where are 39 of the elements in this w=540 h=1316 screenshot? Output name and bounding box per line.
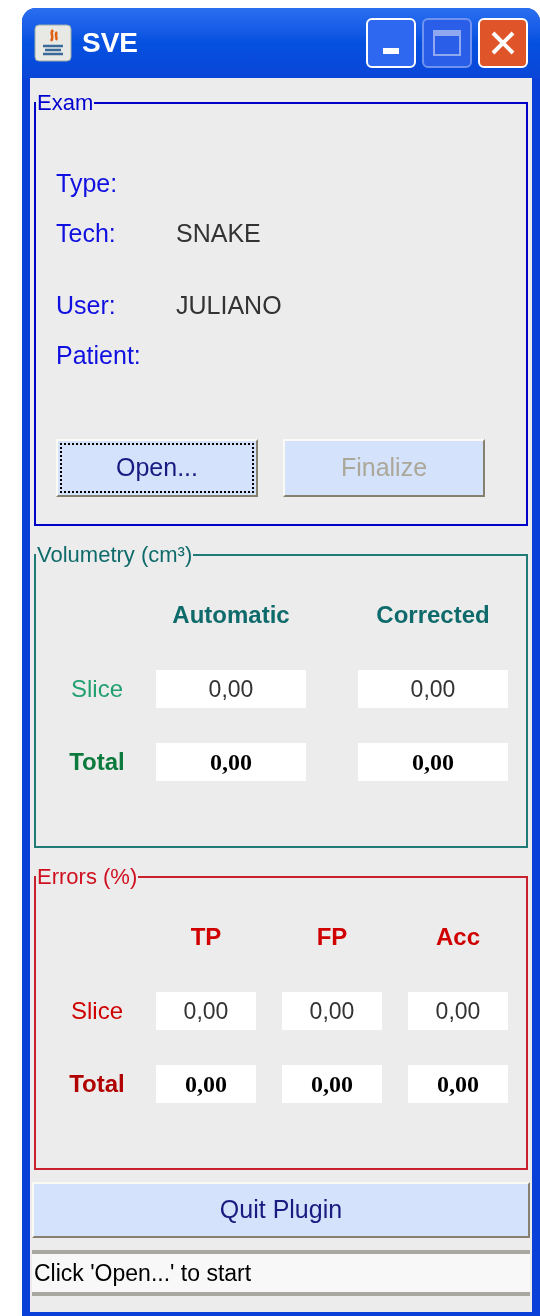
- quit-button[interactable]: Quit Plugin: [32, 1182, 530, 1238]
- value-field: 0,00: [156, 1065, 256, 1103]
- close-button[interactable]: [478, 18, 528, 68]
- field-value: JULIANO: [176, 290, 282, 322]
- value-field: 0,00: [358, 743, 508, 781]
- value-field: 0,00: [408, 992, 508, 1030]
- group-title: Exam: [36, 89, 95, 117]
- row-label: Total: [69, 747, 125, 777]
- field-value: SNAKE: [176, 218, 261, 250]
- value-field: 0,00: [282, 992, 382, 1030]
- field-label: User:: [56, 290, 117, 322]
- column-header: Automatic: [171, 600, 291, 630]
- maximize-icon: [433, 30, 461, 56]
- field-label: Type:: [56, 168, 119, 200]
- value-field: 0,00: [156, 670, 306, 708]
- column-header: FP: [315, 922, 349, 952]
- field-label: Patient:: [56, 340, 142, 372]
- value-field: 0,00: [156, 743, 306, 781]
- value-field: 0,00: [156, 992, 256, 1030]
- coffee-cup-icon: [34, 24, 72, 62]
- minimize-icon: [383, 48, 399, 54]
- status-bar: Click 'Open...' to start: [32, 1250, 530, 1296]
- group-title: Errors (%): [36, 863, 139, 891]
- column-header: TP: [189, 922, 223, 952]
- row-label: Slice: [71, 674, 123, 704]
- maximize-button[interactable]: [422, 18, 472, 68]
- action-button[interactable]: Open...: [56, 439, 258, 497]
- group-title: Volumetry (cm³): [36, 541, 194, 569]
- row-label: Total: [69, 1069, 125, 1099]
- value-field: 0,00: [408, 1065, 508, 1103]
- window-title: SVE: [82, 26, 139, 60]
- column-header: Acc: [435, 922, 481, 952]
- close-icon: [490, 30, 516, 56]
- column-header: Corrected: [375, 600, 491, 630]
- value-field: 0,00: [358, 670, 508, 708]
- value-field: 0,00: [282, 1065, 382, 1103]
- field-label: Tech:: [56, 218, 117, 250]
- row-label: Slice: [71, 996, 123, 1026]
- minimize-button[interactable]: [366, 18, 416, 68]
